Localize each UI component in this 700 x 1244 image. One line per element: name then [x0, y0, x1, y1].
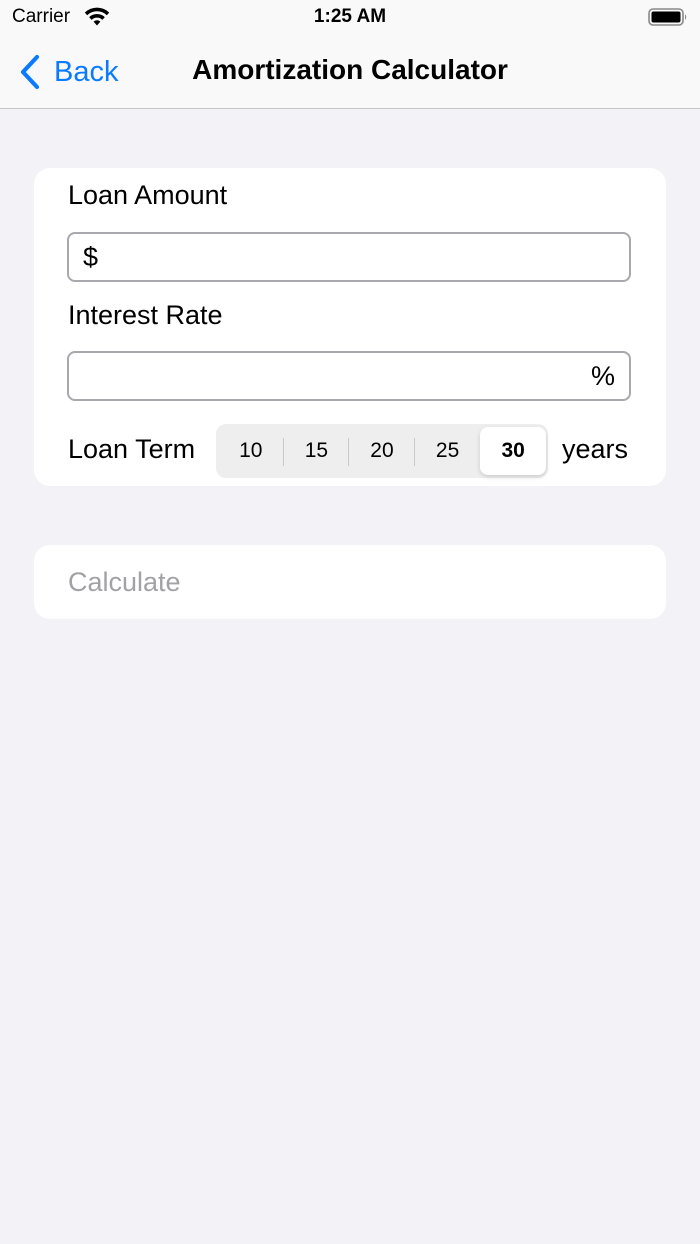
interest-rate-label: Interest Rate: [68, 300, 223, 330]
dollar-prefix: $: [83, 241, 99, 272]
segment-15-years[interactable]: 15: [284, 427, 350, 475]
loan-amount-input[interactable]: [98, 234, 629, 280]
loan-term-label: Loan Term: [68, 434, 196, 464]
segment-30-years[interactable]: 30: [480, 427, 546, 475]
status-time: 1:25 AM: [313, 6, 387, 27]
interest-rate-input[interactable]: [83, 353, 629, 399]
calculate-button[interactable]: Calculate: [68, 567, 181, 598]
loan-amount-label: Loan Amount: [68, 180, 228, 210]
interest-rate-field[interactable]: %: [67, 351, 631, 401]
years-unit-label: years: [562, 434, 629, 464]
loan-form-card: Loan Amount $ Interest Rate % Loan Term …: [34, 168, 666, 486]
loan-term-segmented-control[interactable]: 10 15 20 25 30: [216, 424, 548, 478]
calculate-card: Calculate: [34, 545, 666, 619]
segment-10-years[interactable]: 10: [218, 427, 284, 475]
battery-icon: [648, 8, 687, 26]
segment-25-years[interactable]: 25: [415, 427, 481, 475]
segment-20-years[interactable]: 20: [349, 427, 415, 475]
navigation-bar: Back Amortization Calculator: [0, 36, 700, 109]
status-bar: Carrier 1:25 AM: [0, 0, 700, 36]
page-title: Amortization Calculator: [192, 54, 508, 85]
percent-suffix: %: [590, 360, 615, 391]
loan-amount-field[interactable]: $: [67, 232, 631, 282]
